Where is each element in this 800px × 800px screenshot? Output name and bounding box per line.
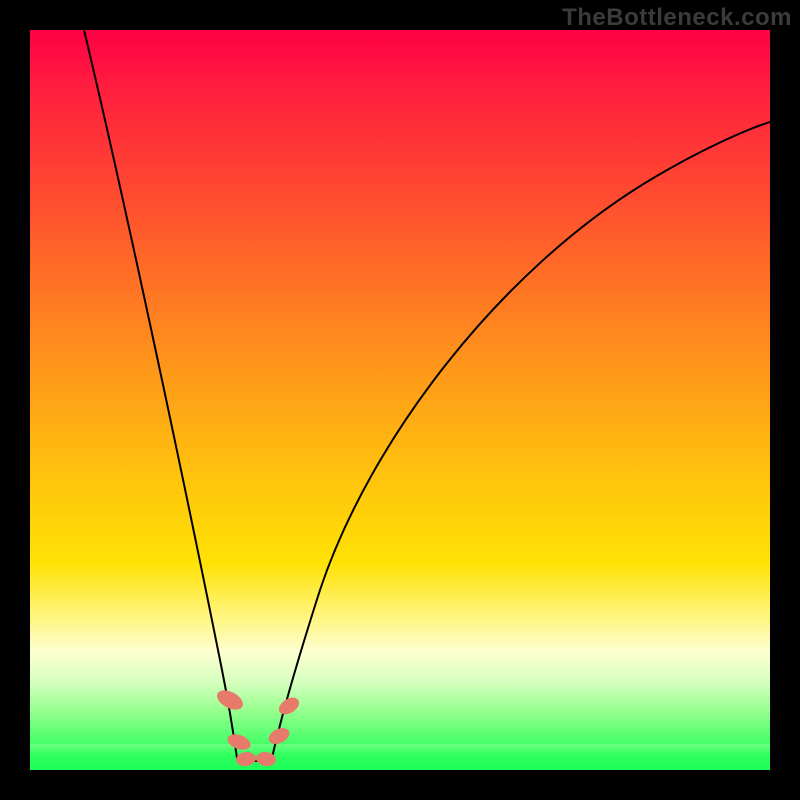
watermark-text: TheBottleneck.com bbox=[562, 4, 792, 32]
marker-floor-left bbox=[235, 751, 257, 768]
chart-frame: TheBottleneck.com bbox=[0, 0, 800, 800]
marker-group bbox=[214, 686, 302, 767]
bottleneck-curve bbox=[84, 30, 770, 761]
marker-left-lower bbox=[225, 731, 252, 752]
marker-right-upper bbox=[276, 694, 302, 718]
plot-area bbox=[30, 30, 770, 770]
bottleneck-curve-svg bbox=[30, 30, 770, 770]
